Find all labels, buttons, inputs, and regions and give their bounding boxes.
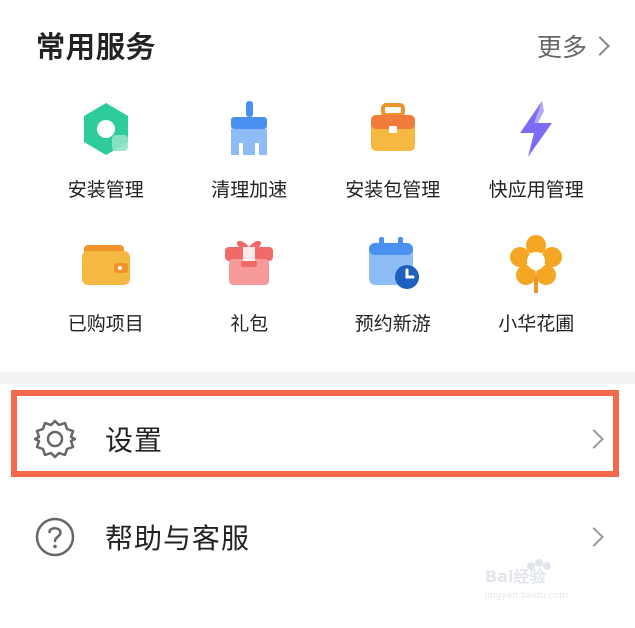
briefcase-package-icon bbox=[370, 103, 415, 151]
services-grid: 安装管理 清理加速 安装包管理 快应用管理 已购项目 礼包 预约新游 小华花圃 bbox=[34, 95, 608, 363]
section-title: 常用服务 bbox=[36, 30, 157, 64]
service-quick-app-management[interactable]: 快应用管理 bbox=[465, 95, 609, 229]
service-gift-pack[interactable]: 礼包 bbox=[178, 229, 322, 363]
services-header: 常用服务 更多 bbox=[0, 0, 635, 95]
calendar-clock-icon bbox=[368, 237, 419, 289]
service-label: 小华花圃 bbox=[498, 313, 575, 335]
service-label: 安装管理 bbox=[67, 179, 144, 201]
watermark-logo: Bai经验 bbox=[485, 567, 546, 586]
wallet-icon bbox=[81, 245, 130, 285]
hexagon-install-icon bbox=[83, 103, 128, 155]
service-label: 清理加速 bbox=[211, 179, 288, 201]
help-label: 帮助与客服 bbox=[105, 522, 251, 555]
service-label: 礼包 bbox=[230, 313, 269, 335]
service-game-reservation[interactable]: 预约新游 bbox=[321, 229, 465, 363]
more-link[interactable]: 更多 bbox=[536, 28, 610, 64]
service-label: 快应用管理 bbox=[488, 179, 584, 201]
section-divider bbox=[0, 372, 635, 384]
chevron-right-icon bbox=[590, 36, 610, 56]
service-label: 预约新游 bbox=[354, 313, 431, 335]
broom-clean-icon bbox=[231, 101, 268, 155]
watermark-url: jingyan.baidu.com bbox=[484, 591, 568, 601]
service-label: 安装包管理 bbox=[345, 179, 441, 201]
service-package-management[interactable]: 安装包管理 bbox=[321, 95, 465, 229]
help-circle-icon bbox=[35, 517, 75, 557]
more-label: 更多 bbox=[536, 33, 587, 62]
flower-icon bbox=[510, 235, 563, 293]
service-flower-garden[interactable]: 小华花圃 bbox=[465, 229, 609, 363]
service-install-management[interactable]: 安装管理 bbox=[34, 95, 178, 229]
lightning-icon bbox=[520, 101, 553, 157]
service-label: 已购项目 bbox=[67, 313, 144, 335]
service-purchased-items[interactable]: 已购项目 bbox=[34, 229, 178, 363]
highlight-box bbox=[11, 390, 619, 477]
baidu-jingyan-watermark: Bai经验 jingyan.baidu.com bbox=[484, 559, 568, 601]
gift-icon bbox=[225, 240, 274, 285]
service-clean-boost[interactable]: 清理加速 bbox=[178, 95, 322, 229]
chevron-right-icon bbox=[584, 527, 604, 547]
